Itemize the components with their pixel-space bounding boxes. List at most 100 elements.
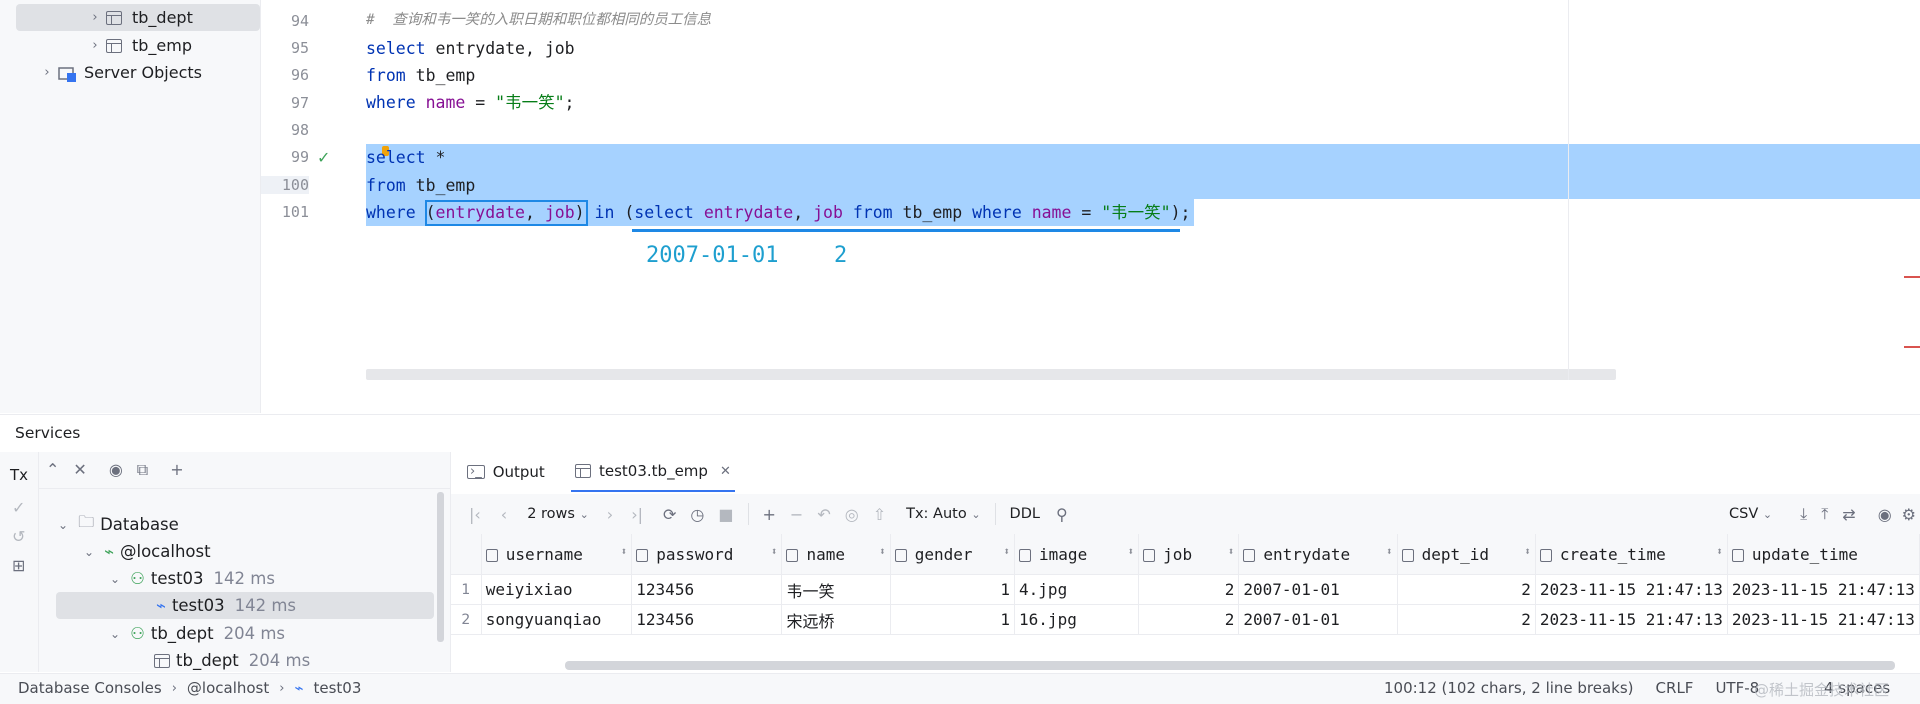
delete-row-icon[interactable]: − bbox=[790, 505, 803, 524]
table-row[interactable]: 2 songyuanqiao 123456 宋远桥 1 16.jpg 2 200… bbox=[451, 604, 1920, 635]
chevron-down-icon[interactable]: ⌄ bbox=[110, 627, 120, 641]
submit-icon[interactable]: ⇧ bbox=[873, 505, 886, 524]
column-header[interactable]: username ⬍ bbox=[481, 534, 633, 575]
chevron-right-icon[interactable]: › bbox=[88, 10, 102, 25]
sql-editor[interactable]: # 查询和韦一笑的入职日期和职位都相同的员工信息 select entrydat… bbox=[366, 0, 1920, 380]
breadcrumb-item[interactable]: @localhost bbox=[187, 679, 269, 697]
line-separator[interactable]: CRLF bbox=[1656, 679, 1694, 697]
pin-icon[interactable]: ⚲ bbox=[1056, 505, 1068, 524]
last-page-icon[interactable]: ›| bbox=[631, 505, 643, 524]
cell-gender[interactable]: 1 bbox=[890, 604, 1016, 635]
chevron-right-icon[interactable]: › bbox=[40, 65, 54, 80]
preview-icon[interactable]: ◎ bbox=[845, 505, 859, 524]
cell-entrydate[interactable]: 2007-01-01 bbox=[1238, 604, 1398, 635]
cell-username[interactable]: weiyixiao bbox=[481, 574, 633, 605]
cell-image[interactable]: 4.jpg bbox=[1014, 574, 1140, 605]
add-icon[interactable]: + bbox=[170, 460, 183, 480]
chevron-right-icon[interactable]: › bbox=[88, 38, 102, 53]
cell-name[interactable]: 韦一笑 bbox=[781, 574, 891, 605]
breadcrumb-item[interactable]: test03 bbox=[313, 679, 361, 697]
expand-all-icon[interactable]: ⌃ bbox=[46, 460, 59, 480]
cell-password[interactable]: 123456 bbox=[631, 574, 783, 605]
tree-node-localhost[interactable]: ⌄ ⌁ @localhost bbox=[84, 538, 211, 565]
tx-mode-dropdown[interactable]: Tx: Auto ⌄ bbox=[906, 506, 980, 522]
column-header[interactable]: dept_id ⬍ bbox=[1397, 534, 1536, 575]
add-row-icon[interactable]: + bbox=[763, 505, 776, 524]
caret-position[interactable]: 100:12 (102 chars, 2 line breaks) bbox=[1384, 679, 1634, 697]
tree-item-tb-dept[interactable]: › tb_dept bbox=[16, 4, 260, 31]
tree-item-tb-emp[interactable]: › tb_emp bbox=[0, 32, 260, 59]
tree-node-test03-session[interactable]: ⌁ test03 142 ms bbox=[56, 592, 434, 619]
vertical-scrollbar[interactable] bbox=[437, 492, 444, 642]
refresh-icon[interactable]: ⟳ bbox=[663, 505, 676, 524]
sort-icon[interactable]: ⬍ bbox=[1003, 545, 1010, 558]
cell-dept-id[interactable]: 2 bbox=[1397, 574, 1536, 605]
column-header[interactable]: name ⬍ bbox=[781, 534, 891, 575]
horizontal-scrollbar[interactable] bbox=[366, 369, 1616, 380]
horizontal-scrollbar[interactable] bbox=[565, 661, 1895, 670]
column-header[interactable]: image ⬍ bbox=[1014, 534, 1140, 575]
tree-node-tb-dept[interactable]: ⌄ ⚇ tb_dept 204 ms bbox=[110, 620, 285, 647]
sort-icon[interactable]: ⬍ bbox=[1128, 545, 1135, 558]
compare-icon[interactable]: ⇄ bbox=[1842, 505, 1855, 524]
stop-icon[interactable]: ■ bbox=[718, 505, 733, 524]
previous-page-icon[interactable]: ‹ bbox=[501, 505, 507, 524]
cell-dept-id[interactable]: 2 bbox=[1397, 604, 1536, 635]
cell-create-time[interactable]: 2023-11-15 21:47:13 bbox=[1535, 574, 1728, 605]
cell-entrydate[interactable]: 2007-01-01 bbox=[1238, 574, 1398, 605]
row-count-dropdown[interactable]: 2 rows ⌄ bbox=[527, 506, 589, 522]
column-header[interactable]: update_time bbox=[1727, 534, 1920, 575]
download-icon[interactable]: ⤓ bbox=[1800, 504, 1807, 524]
layout-icon[interactable]: ⊞ bbox=[12, 556, 25, 575]
file-encoding[interactable]: UTF-8 bbox=[1715, 679, 1759, 697]
cell-username[interactable]: songyuanqiao bbox=[481, 604, 633, 635]
sort-icon[interactable]: ⬍ bbox=[1716, 545, 1723, 558]
eye-icon[interactable]: ◉ bbox=[109, 460, 123, 480]
column-header[interactable]: create_time ⬍ bbox=[1535, 534, 1728, 575]
tree-node-test03[interactable]: ⌄ ⚇ test03 142 ms bbox=[110, 565, 275, 592]
sort-icon[interactable]: ⬍ bbox=[621, 545, 628, 558]
tree-node-tb-dept-table[interactable]: tb_dept 204 ms bbox=[154, 647, 310, 674]
tab-result-table[interactable]: test03.tb_emp ✕ bbox=[571, 452, 735, 492]
tree-node-database[interactable]: ⌄ 🗀 Database bbox=[58, 511, 179, 538]
cell-job[interactable]: 2 bbox=[1138, 604, 1240, 635]
cell-password[interactable]: 123456 bbox=[631, 604, 783, 635]
table-row[interactable]: 1 weiyixiao 123456 韦一笑 1 4.jpg 2 2007-01… bbox=[451, 574, 1920, 605]
cell-gender[interactable]: 1 bbox=[890, 574, 1016, 605]
sort-icon[interactable]: ⬍ bbox=[879, 545, 886, 558]
collapse-all-icon[interactable]: ✕ bbox=[73, 460, 86, 480]
breadcrumb-item[interactable]: Database Consoles bbox=[18, 679, 162, 697]
first-page-icon[interactable]: |‹ bbox=[469, 505, 481, 524]
settings-icon[interactable]: ⚙ bbox=[1902, 505, 1916, 524]
next-page-icon[interactable]: › bbox=[607, 505, 613, 524]
column-header[interactable]: entrydate ⬍ bbox=[1238, 534, 1398, 575]
revert-icon[interactable]: ↶ bbox=[817, 505, 830, 524]
ddl-button[interactable]: DDL bbox=[1010, 506, 1040, 522]
cell-create-time[interactable]: 2023-11-15 21:47:13 bbox=[1535, 604, 1728, 635]
column-header[interactable]: job ⬍ bbox=[1138, 534, 1240, 575]
sort-icon[interactable]: ⬍ bbox=[1228, 545, 1235, 558]
new-session-icon[interactable]: ⧉ bbox=[137, 460, 148, 480]
cell-update-time[interactable]: 2023-11-15 21:47:13 bbox=[1727, 604, 1920, 635]
export-format-dropdown[interactable]: CSV ⌄ bbox=[1729, 506, 1772, 522]
rollback-icon[interactable]: ↺ bbox=[12, 527, 25, 546]
column-header[interactable]: gender ⬍ bbox=[890, 534, 1016, 575]
eye-icon[interactable]: ◉ bbox=[1878, 505, 1892, 524]
tree-item-server-objects[interactable]: › Server Objects bbox=[0, 59, 260, 86]
column-header[interactable]: password ⬍ bbox=[631, 534, 783, 575]
chevron-down-icon[interactable]: ⌄ bbox=[84, 545, 94, 559]
tab-output[interactable]: ›_ Output bbox=[467, 452, 545, 492]
chevron-down-icon[interactable]: ⌄ bbox=[110, 572, 120, 586]
chevron-down-icon[interactable]: ⌄ bbox=[58, 518, 68, 532]
commit-icon[interactable]: ✓ bbox=[12, 498, 25, 517]
cell-name[interactable]: 宋远桥 bbox=[781, 604, 891, 635]
close-icon[interactable]: ✕ bbox=[720, 464, 731, 479]
sort-icon[interactable]: ⬍ bbox=[771, 545, 778, 558]
upload-icon[interactable]: ⤒ bbox=[1821, 504, 1828, 524]
sort-icon[interactable]: ⬍ bbox=[1524, 545, 1531, 558]
cell-image[interactable]: 16.jpg bbox=[1014, 604, 1140, 635]
cell-job[interactable]: 2 bbox=[1138, 574, 1240, 605]
history-icon[interactable]: ◷ bbox=[690, 505, 704, 524]
sort-icon[interactable]: ⬍ bbox=[1386, 545, 1393, 558]
cell-update-time[interactable]: 2023-11-15 21:47:13 bbox=[1727, 574, 1920, 605]
